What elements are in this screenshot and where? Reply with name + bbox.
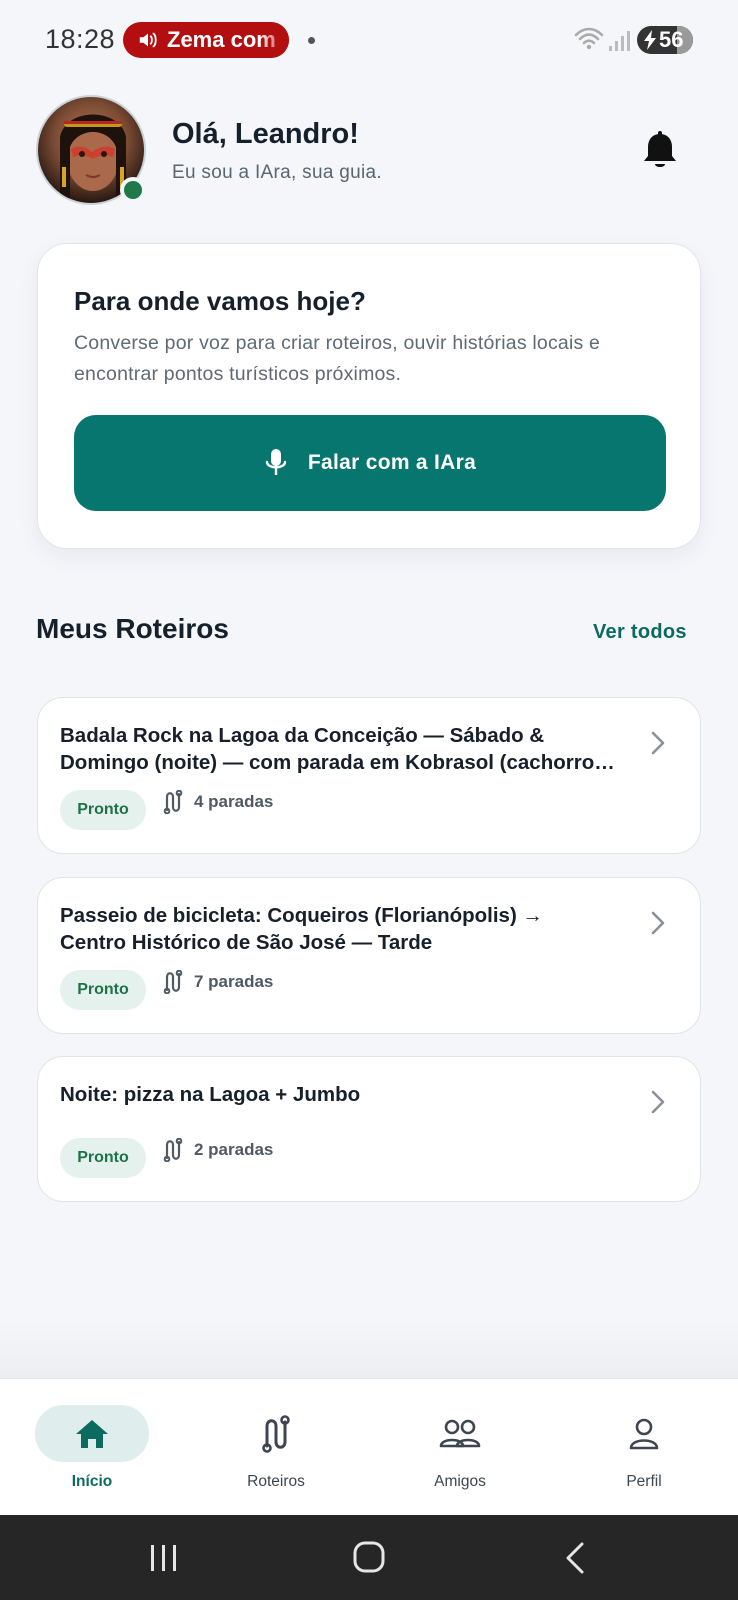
- route-card[interactable]: Passeio de bicicleta: Coqueiros (Florian…: [37, 877, 701, 1034]
- nav-icon-pill: [35, 1405, 149, 1462]
- recent-apps-icon[interactable]: [143, 1541, 183, 1575]
- bottom-navigation: Início Roteiros Amigos Perfil: [0, 1378, 738, 1515]
- microphone-icon: [265, 449, 287, 475]
- online-status-dot: [120, 177, 146, 203]
- route-icon: [163, 1138, 183, 1162]
- battery-icon: 56: [637, 26, 693, 54]
- notification-dot: [308, 37, 315, 44]
- nav-icon-pill: [587, 1405, 701, 1462]
- chevron-right-icon: [651, 911, 665, 935]
- status-badge: Pronto: [60, 790, 146, 830]
- status-time: 18:28: [45, 24, 116, 54]
- status-bar: 18:28 Zema com 56: [0, 0, 738, 80]
- hero-description: Converse por voz para criar roteiros, ou…: [74, 332, 601, 385]
- chevron-right-icon: [651, 1090, 665, 1114]
- nav-icon-pill: [403, 1405, 517, 1462]
- avatar[interactable]: [36, 95, 148, 207]
- route-icon: [262, 1414, 290, 1453]
- nav-label: Roteiros: [247, 1473, 305, 1490]
- stops-count: 4 paradas: [162, 790, 273, 814]
- charging-bolt-icon: [644, 30, 656, 50]
- speaker-icon: [139, 32, 157, 48]
- route-icon: [163, 790, 183, 814]
- bottom-fade: [0, 1320, 738, 1378]
- battery-level: 56: [659, 27, 684, 52]
- route-title-line1: Passeio de bicicleta: Coqueiros (Florian…: [60, 904, 543, 927]
- back-icon[interactable]: [556, 1541, 596, 1575]
- route-title-line1: Badala Rock na Lagoa da Conceição — Sába…: [60, 724, 545, 747]
- friends-icon: [439, 1419, 481, 1447]
- stops-count: 7 paradas: [162, 970, 273, 994]
- route-card[interactable]: Badala Rock na Lagoa da Conceição — Sába…: [37, 697, 701, 854]
- status-badge: Pronto: [60, 970, 146, 1010]
- nav-icon-pill: [219, 1405, 333, 1462]
- signal-icon: [609, 31, 630, 51]
- nav-label: Amigos: [434, 1473, 486, 1490]
- see-all-link[interactable]: Ver todos: [593, 621, 687, 644]
- nav-item-roteiros[interactable]: Roteiros: [184, 1379, 368, 1516]
- stops-label: 2 paradas: [194, 1140, 274, 1159]
- greeting-subtitle: Eu sou a IAra, sua guia.: [172, 162, 382, 183]
- stops-count: 2 paradas: [162, 1138, 273, 1162]
- stops-label: 4 paradas: [194, 792, 274, 811]
- nav-label: Início: [71, 1473, 113, 1490]
- home-button-icon[interactable]: [349, 1541, 389, 1575]
- media-playing-pill[interactable]: Zema com: [123, 22, 289, 58]
- home-icon: [76, 1419, 108, 1448]
- profile-icon: [629, 1418, 659, 1449]
- stops-label: 7 paradas: [194, 972, 274, 991]
- route-title-line2: Domingo (noite) — com parada em Kobrasol…: [60, 751, 615, 774]
- route-card[interactable]: Noite: pizza na Lagoa + Jumbo Pronto 2 p…: [37, 1056, 701, 1202]
- route-icon: [163, 970, 183, 994]
- route-title-line1: Noite: pizza na Lagoa + Jumbo: [60, 1083, 361, 1106]
- nav-item-perfil[interactable]: Perfil: [552, 1379, 736, 1516]
- wifi-icon: [574, 27, 604, 50]
- greeting-title: Olá, Leandro!: [172, 118, 359, 150]
- notifications-bell-icon[interactable]: [640, 130, 680, 172]
- system-navigation-bar: [0, 1515, 738, 1600]
- voice-assistant-card: Para onde vamos hoje? Converse por voz p…: [37, 243, 701, 549]
- nav-item-inicio[interactable]: Início: [0, 1379, 184, 1516]
- chevron-right-icon: [651, 731, 665, 755]
- nav-item-amigos[interactable]: Amigos: [368, 1379, 552, 1516]
- status-badge: Pronto: [60, 1138, 146, 1178]
- section-title: Meus Roteiros: [36, 613, 229, 644]
- talk-to-iara-button[interactable]: Falar com a IAra: [74, 415, 666, 511]
- media-label: Zema com: [167, 27, 276, 52]
- nav-label: Perfil: [626, 1473, 662, 1490]
- route-title-line2: Centro Histórico de São José — Tarde: [60, 931, 433, 954]
- hero-title: Para onde vamos hoje?: [74, 286, 366, 316]
- talk-button-label: Falar com a IAra: [307, 451, 477, 474]
